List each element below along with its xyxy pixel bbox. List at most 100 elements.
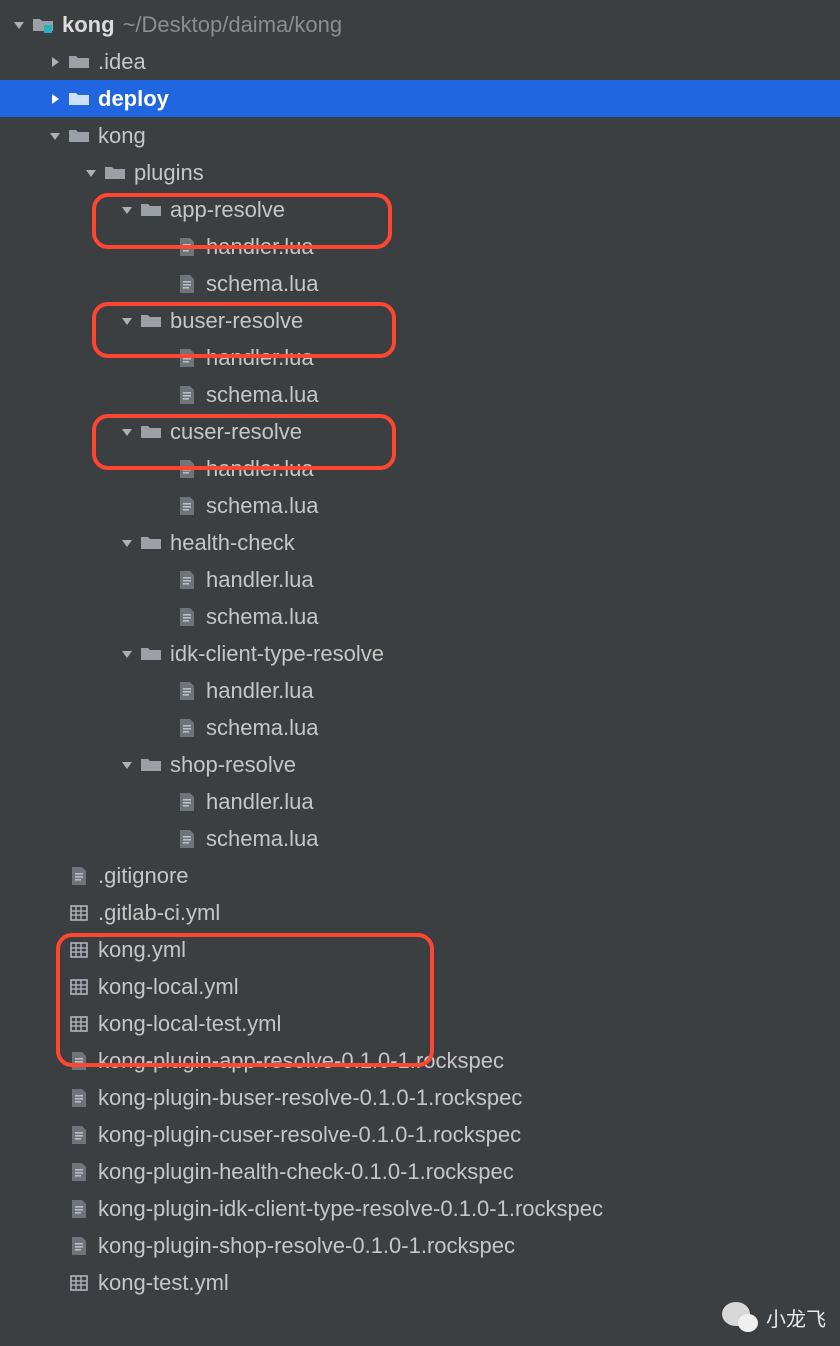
watermark: 小龙飞: [722, 1302, 826, 1332]
tree-row-rockspec[interactable]: kong-plugin-idk-client-type-resolve-0.1.…: [0, 1190, 840, 1227]
folder-icon: [66, 125, 92, 147]
chevron-down-icon[interactable]: [80, 166, 102, 180]
tree-row-gitlab-ci[interactable]: .gitlab-ci.yml: [0, 894, 840, 931]
chevron-right-icon[interactable]: [44, 55, 66, 69]
tree-row-buser-resolve[interactable]: buser-resolve: [0, 302, 840, 339]
file-icon: [174, 828, 200, 850]
file-icon: [174, 458, 200, 480]
file-label: kong-plugin-health-check-0.1.0-1.rockspe…: [98, 1153, 514, 1190]
folder-icon: [138, 643, 164, 665]
file-icon: [174, 606, 200, 628]
file-label: kong-plugin-cuser-resolve-0.1.0-1.rocksp…: [98, 1116, 521, 1153]
file-label: schema.lua: [206, 487, 319, 524]
file-label: schema.lua: [206, 598, 319, 635]
file-label: schema.lua: [206, 820, 319, 857]
file-icon: [174, 347, 200, 369]
file-icon: [174, 273, 200, 295]
tree-row-deploy[interactable]: deploy: [0, 80, 840, 117]
tree-row-cuser-resolve[interactable]: cuser-resolve: [0, 413, 840, 450]
tree-row-file[interactable]: handler.lua: [0, 561, 840, 598]
file-icon: [66, 1124, 92, 1146]
chevron-down-icon[interactable]: [8, 18, 30, 32]
file-icon: [66, 1161, 92, 1183]
watermark-text: 小龙飞: [766, 1303, 826, 1332]
folder-label: buser-resolve: [170, 302, 303, 339]
folder-label: plugins: [134, 154, 204, 191]
tree-row-rockspec[interactable]: kong-plugin-buser-resolve-0.1.0-1.rocksp…: [0, 1079, 840, 1116]
tree-row-gitignore[interactable]: .gitignore: [0, 857, 840, 894]
tree-row-rockspec[interactable]: kong-plugin-app-resolve-0.1.0-1.rockspec: [0, 1042, 840, 1079]
tree-row-idk-client[interactable]: idk-client-type-resolve: [0, 635, 840, 672]
tree-row-file[interactable]: schema.lua: [0, 487, 840, 524]
tree-row-rockspec[interactable]: kong-plugin-shop-resolve-0.1.0-1.rockspe…: [0, 1227, 840, 1264]
file-label: handler.lua: [206, 228, 314, 265]
tree-row-rockspec[interactable]: kong-plugin-health-check-0.1.0-1.rockspe…: [0, 1153, 840, 1190]
chevron-down-icon[interactable]: [116, 425, 138, 439]
tree-row-file[interactable]: schema.lua: [0, 709, 840, 746]
tree-row-file[interactable]: schema.lua: [0, 265, 840, 302]
folder-label: deploy: [98, 80, 169, 117]
tree-row-file[interactable]: schema.lua: [0, 820, 840, 857]
file-label: handler.lua: [206, 339, 314, 376]
chevron-down-icon[interactable]: [116, 758, 138, 772]
file-icon: [66, 1235, 92, 1257]
file-icon: [174, 569, 200, 591]
folder-icon: [138, 199, 164, 221]
file-label: kong-test.yml: [98, 1264, 229, 1301]
folder-label: cuser-resolve: [170, 413, 302, 450]
file-label: schema.lua: [206, 709, 319, 746]
tree-row-app-resolve[interactable]: app-resolve: [0, 191, 840, 228]
yml-icon: [66, 976, 92, 998]
file-icon: [174, 680, 200, 702]
tree-row-kong-local[interactable]: kong-local.yml: [0, 968, 840, 1005]
tree-row-kong-local-test[interactable]: kong-local-test.yml: [0, 1005, 840, 1042]
tree-row-file[interactable]: handler.lua: [0, 339, 840, 376]
chevron-right-icon[interactable]: [44, 92, 66, 106]
tree-row-idea[interactable]: .idea: [0, 43, 840, 80]
file-label: .gitlab-ci.yml: [98, 894, 220, 931]
file-icon: [174, 717, 200, 739]
folder-label: health-check: [170, 524, 295, 561]
tree-row-file[interactable]: handler.lua: [0, 672, 840, 709]
yml-icon: [66, 939, 92, 961]
file-label: handler.lua: [206, 561, 314, 598]
tree-row-shop-resolve[interactable]: shop-resolve: [0, 746, 840, 783]
folder-icon: [66, 51, 92, 73]
tree-row-root[interactable]: kong ~/Desktop/daima/kong: [0, 6, 840, 43]
yml-icon: [66, 1272, 92, 1294]
root-path: ~/Desktop/daima/kong: [123, 6, 343, 43]
file-icon: [174, 236, 200, 258]
folder-label: idk-client-type-resolve: [170, 635, 384, 672]
project-tree[interactable]: kong ~/Desktop/daima/kong .idea deploy k…: [0, 0, 840, 1301]
chevron-down-icon[interactable]: [116, 536, 138, 550]
folder-icon: [138, 754, 164, 776]
file-label: kong-plugin-app-resolve-0.1.0-1.rockspec: [98, 1042, 504, 1079]
folder-label: kong: [98, 117, 146, 154]
file-label: kong-local.yml: [98, 968, 239, 1005]
tree-row-plugins[interactable]: plugins: [0, 154, 840, 191]
file-icon: [66, 1198, 92, 1220]
tree-row-kong-test[interactable]: kong-test.yml: [0, 1264, 840, 1301]
project-root-icon: [30, 14, 56, 36]
file-label: kong-plugin-buser-resolve-0.1.0-1.rocksp…: [98, 1079, 522, 1116]
file-icon: [66, 865, 92, 887]
file-label: handler.lua: [206, 783, 314, 820]
file-icon: [174, 495, 200, 517]
tree-row-rockspec[interactable]: kong-plugin-cuser-resolve-0.1.0-1.rocksp…: [0, 1116, 840, 1153]
tree-row-file[interactable]: handler.lua: [0, 228, 840, 265]
tree-row-kong-yml[interactable]: kong.yml: [0, 931, 840, 968]
tree-row-kong[interactable]: kong: [0, 117, 840, 154]
tree-row-file[interactable]: schema.lua: [0, 598, 840, 635]
chevron-down-icon[interactable]: [116, 647, 138, 661]
tree-row-health-check[interactable]: health-check: [0, 524, 840, 561]
tree-row-file[interactable]: handler.lua: [0, 783, 840, 820]
tree-row-file[interactable]: schema.lua: [0, 376, 840, 413]
chevron-down-icon[interactable]: [116, 203, 138, 217]
folder-icon: [138, 310, 164, 332]
chevron-down-icon[interactable]: [44, 129, 66, 143]
folder-label: shop-resolve: [170, 746, 296, 783]
folder-icon: [102, 162, 128, 184]
tree-row-file[interactable]: handler.lua: [0, 450, 840, 487]
chevron-down-icon[interactable]: [116, 314, 138, 328]
file-label: schema.lua: [206, 376, 319, 413]
